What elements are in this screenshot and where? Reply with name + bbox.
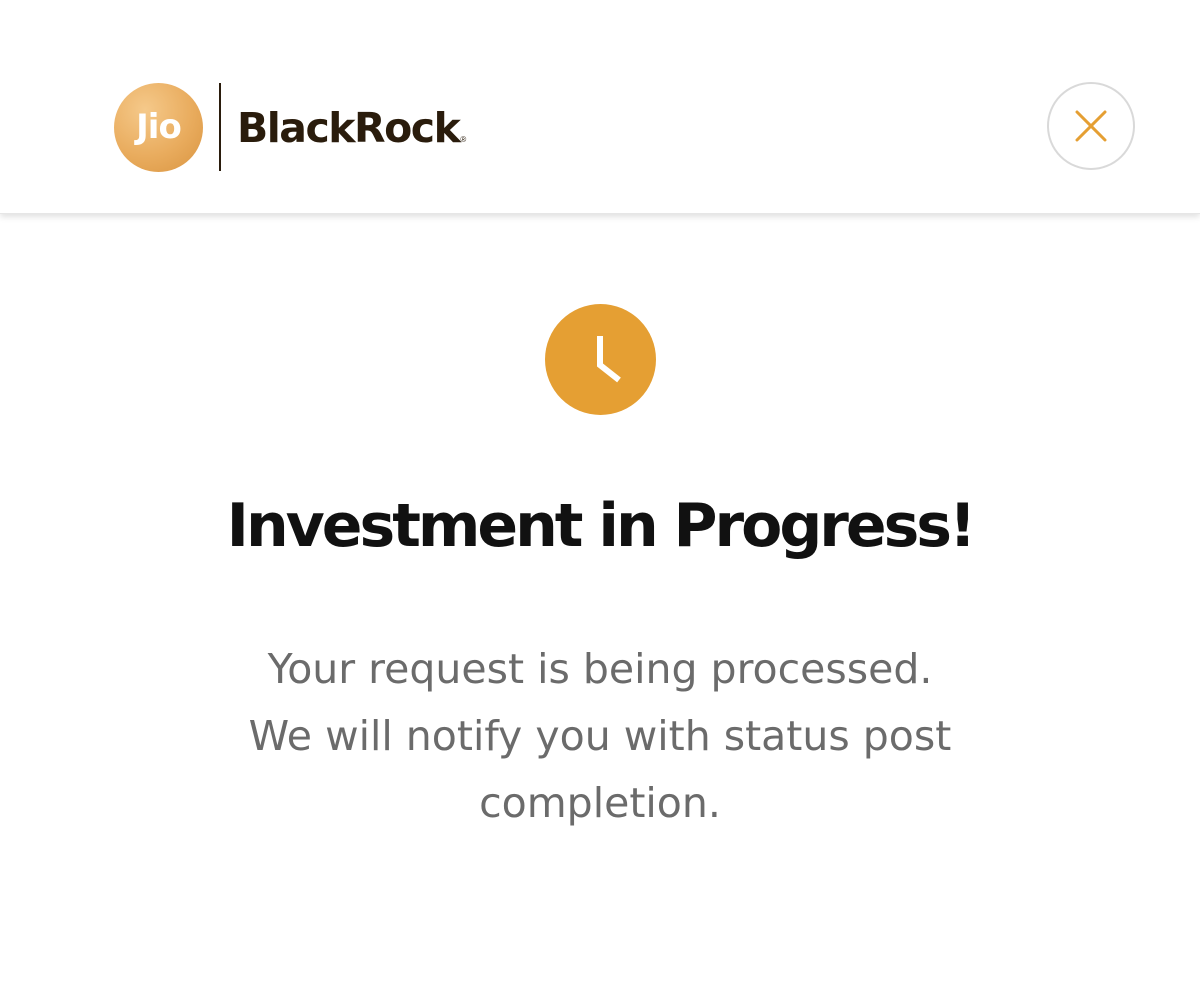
close-icon xyxy=(1075,110,1107,142)
blackrock-logo-text: BlackRock xyxy=(237,103,461,152)
jio-logo-badge: Jio xyxy=(114,82,203,172)
status-message-line: We will notify you with status post xyxy=(248,712,952,760)
investment-status-screen: Jio BlackRock ® Investment in Progress! … xyxy=(0,0,1200,981)
logo-divider xyxy=(219,83,221,171)
status-message: Your request is being processed. We will… xyxy=(150,636,1050,837)
header-bar: Jio BlackRock ® xyxy=(0,0,1200,214)
status-title: Investment in Progress! xyxy=(226,491,977,561)
jio-blackrock-logo: Jio BlackRock ® xyxy=(114,82,466,172)
jio-logo-text: Jio xyxy=(136,107,182,147)
status-message-line: completion. xyxy=(479,779,721,827)
close-button[interactable] xyxy=(1047,82,1135,170)
clock-icon xyxy=(545,304,656,415)
registered-mark: ® xyxy=(460,135,467,144)
status-message-line: Your request is being processed. xyxy=(267,645,933,693)
